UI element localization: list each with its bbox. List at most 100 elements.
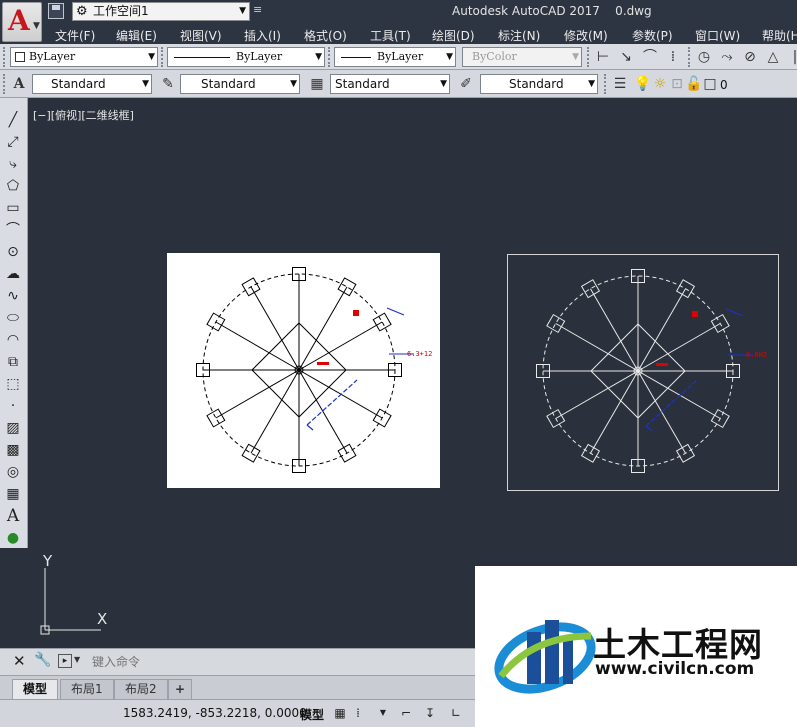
mleader-style-icon[interactable]: ✐ [456, 74, 476, 94]
menu-parametric[interactable]: 参数(P) [632, 27, 673, 44]
table-style-combo[interactable]: Standard ▼ [330, 74, 450, 94]
text-style-combo[interactable]: Standard ▼ [32, 74, 152, 94]
menu-window[interactable]: 窗口(W) [695, 27, 740, 44]
chevron-down-icon: ▼ [33, 21, 40, 31]
tab-layout2[interactable]: 布局2 [114, 679, 168, 699]
radius-dimension-icon[interactable]: ◷ [694, 47, 714, 67]
dim-style-icon[interactable]: ✎ [158, 74, 178, 94]
viewport-dark[interactable]: 0.0H2 [507, 254, 779, 491]
toolbar-grip[interactable] [328, 47, 332, 67]
model-space-button[interactable]: 模型 [300, 706, 324, 723]
toolbar-grip[interactable] [3, 74, 7, 94]
command-input[interactable] [84, 653, 470, 672]
tab-layout1[interactable]: 布局1 [60, 679, 114, 699]
application-menu-button[interactable]: A ▼ [2, 2, 42, 42]
color-square-icon[interactable]: □ [700, 74, 720, 94]
plotstyle-combo[interactable]: ByColor ▼ [462, 47, 582, 67]
wheel-drawing: 0.0H2 [536, 269, 767, 473]
toolbar-grip[interactable] [161, 47, 165, 67]
chevron-down-icon: ▼ [440, 79, 447, 89]
polyline-icon[interactable]: ⤷ [3, 154, 23, 174]
jogged-dimension-icon[interactable]: ⤳ [717, 47, 737, 67]
construction-line-icon[interactable]: ⤢ [3, 132, 23, 152]
ucs-x-label: X [97, 610, 108, 628]
isodraft-icon[interactable]: ∟ [448, 705, 464, 721]
menu-tools[interactable]: 工具(T) [370, 27, 411, 44]
linetype-combo[interactable]: ByLayer ▼ [167, 47, 325, 67]
quick-access-more-icon[interactable]: ≡ [253, 3, 262, 16]
lineweight-combo[interactable]: ByLayer ▼ [334, 47, 456, 67]
grid-icon[interactable]: ▦ [332, 705, 348, 721]
mleader-style-combo[interactable]: Standard ▼ [480, 74, 598, 94]
menu-dimension[interactable]: 标注(N) [498, 27, 540, 44]
menu-modify[interactable]: 修改(M) [564, 27, 608, 44]
tab-model[interactable]: 模型 [12, 679, 59, 699]
menu-help[interactable]: 帮助(H) [762, 27, 797, 44]
watermark-logo [494, 620, 596, 694]
aligned-dimension-icon[interactable]: ↘ [616, 47, 636, 67]
ellipse-arc-icon[interactable]: ◠ [3, 330, 23, 350]
table-style-icon[interactable]: ▦ [307, 74, 327, 94]
chevron-down-icon[interactable]: ▼ [375, 705, 391, 721]
snap-icon[interactable]: ⁞ [350, 705, 366, 721]
chevron-down-icon: ▼ [142, 79, 149, 89]
command-prompt-icon[interactable]: ▸ [58, 654, 72, 668]
save-icon[interactable] [48, 3, 64, 19]
toolbar-grip[interactable] [587, 47, 591, 67]
ortho-icon[interactable]: ⌐ [398, 705, 414, 721]
linear-dimension-icon[interactable]: ⊢ [593, 47, 613, 67]
close-icon[interactable]: ✕ [13, 652, 26, 670]
ordinate-dimension-icon[interactable]: ⁞ [663, 47, 683, 67]
add-selected-icon[interactable]: ● [3, 528, 23, 548]
diameter-dimension-icon[interactable]: ⊘ [740, 47, 760, 67]
menu-edit[interactable]: 编辑(E) [116, 27, 157, 44]
polygon-icon[interactable]: ⬠ [3, 176, 23, 196]
viewport-white[interactable]: 6.3+12 [167, 253, 440, 488]
toolbar-grip[interactable] [3, 47, 7, 67]
drawing-canvas[interactable]: [−][俯视][二维线框] 6.3+12 0.0H2 Y X [29, 98, 797, 643]
table-style-value: Standard [335, 77, 390, 91]
layer-properties-icon[interactable]: ☰ [610, 74, 630, 94]
gradient-icon[interactable]: ▩ [3, 440, 23, 460]
text-style-icon[interactable]: A [9, 74, 29, 94]
coordinates-readout[interactable]: 1583.2419, -853.2218, 0.0000 [123, 706, 307, 720]
current-layer[interactable]: 0 [720, 78, 728, 92]
polar-tracking-icon[interactable]: ↧ [422, 705, 438, 721]
make-block-icon[interactable]: ⬚ [3, 374, 23, 394]
workspace-combo[interactable]: ⚙ 工作空间1 ▼ [72, 2, 250, 21]
rectangle-icon[interactable]: ▭ [3, 198, 23, 218]
circle-icon[interactable]: ⊙ [3, 242, 23, 262]
arc-length-icon[interactable]: ⌒ [640, 47, 660, 67]
spline-icon[interactable]: ∿ [3, 286, 23, 306]
chevron-down-icon[interactable]: ▼ [74, 655, 80, 664]
chevron-down-icon: ▼ [588, 79, 595, 89]
angular-dimension-icon[interactable]: △ [763, 47, 783, 67]
toolbar-grip[interactable] [604, 74, 608, 94]
menu-draw[interactable]: 绘图(D) [432, 27, 475, 44]
wrench-icon[interactable]: 🔧 [34, 652, 51, 668]
dimension-line [725, 308, 744, 317]
menu-view[interactable]: 视图(V) [180, 27, 222, 44]
hatch-icon[interactable]: ▨ [3, 418, 23, 438]
line-icon[interactable]: ╱ [3, 110, 23, 130]
spoke-line [590, 288, 639, 372]
revision-cloud-icon[interactable]: ☁ [3, 264, 23, 284]
add-layout-button[interactable]: + [168, 679, 193, 699]
color-combo[interactable]: ByLayer ▼ [10, 47, 158, 67]
more-icon[interactable]: | [785, 47, 797, 67]
dim-style-combo[interactable]: Standard ▼ [180, 74, 300, 94]
toolbar-grip[interactable] [688, 47, 692, 67]
region-icon[interactable]: ◎ [3, 462, 23, 482]
arc-icon[interactable]: ⌒ [3, 220, 23, 240]
ellipse-icon[interactable]: ⬭ [3, 308, 23, 328]
menu-format[interactable]: 格式(O) [304, 27, 347, 44]
menu-file[interactable]: 文件(F) [55, 27, 95, 44]
app-title: Autodesk AutoCAD 2017 0.dwg [452, 4, 652, 18]
menu-insert[interactable]: 插入(I) [244, 27, 281, 44]
dimension-tick [645, 425, 653, 432]
insert-block-icon[interactable]: ⧉ [3, 352, 23, 372]
table-icon[interactable]: ▦ [3, 484, 23, 504]
point-icon[interactable]: · [3, 396, 23, 416]
multiline-text-icon[interactable]: A [3, 506, 23, 526]
viewport-controls[interactable]: [−][俯视][二维线框] [33, 107, 134, 123]
